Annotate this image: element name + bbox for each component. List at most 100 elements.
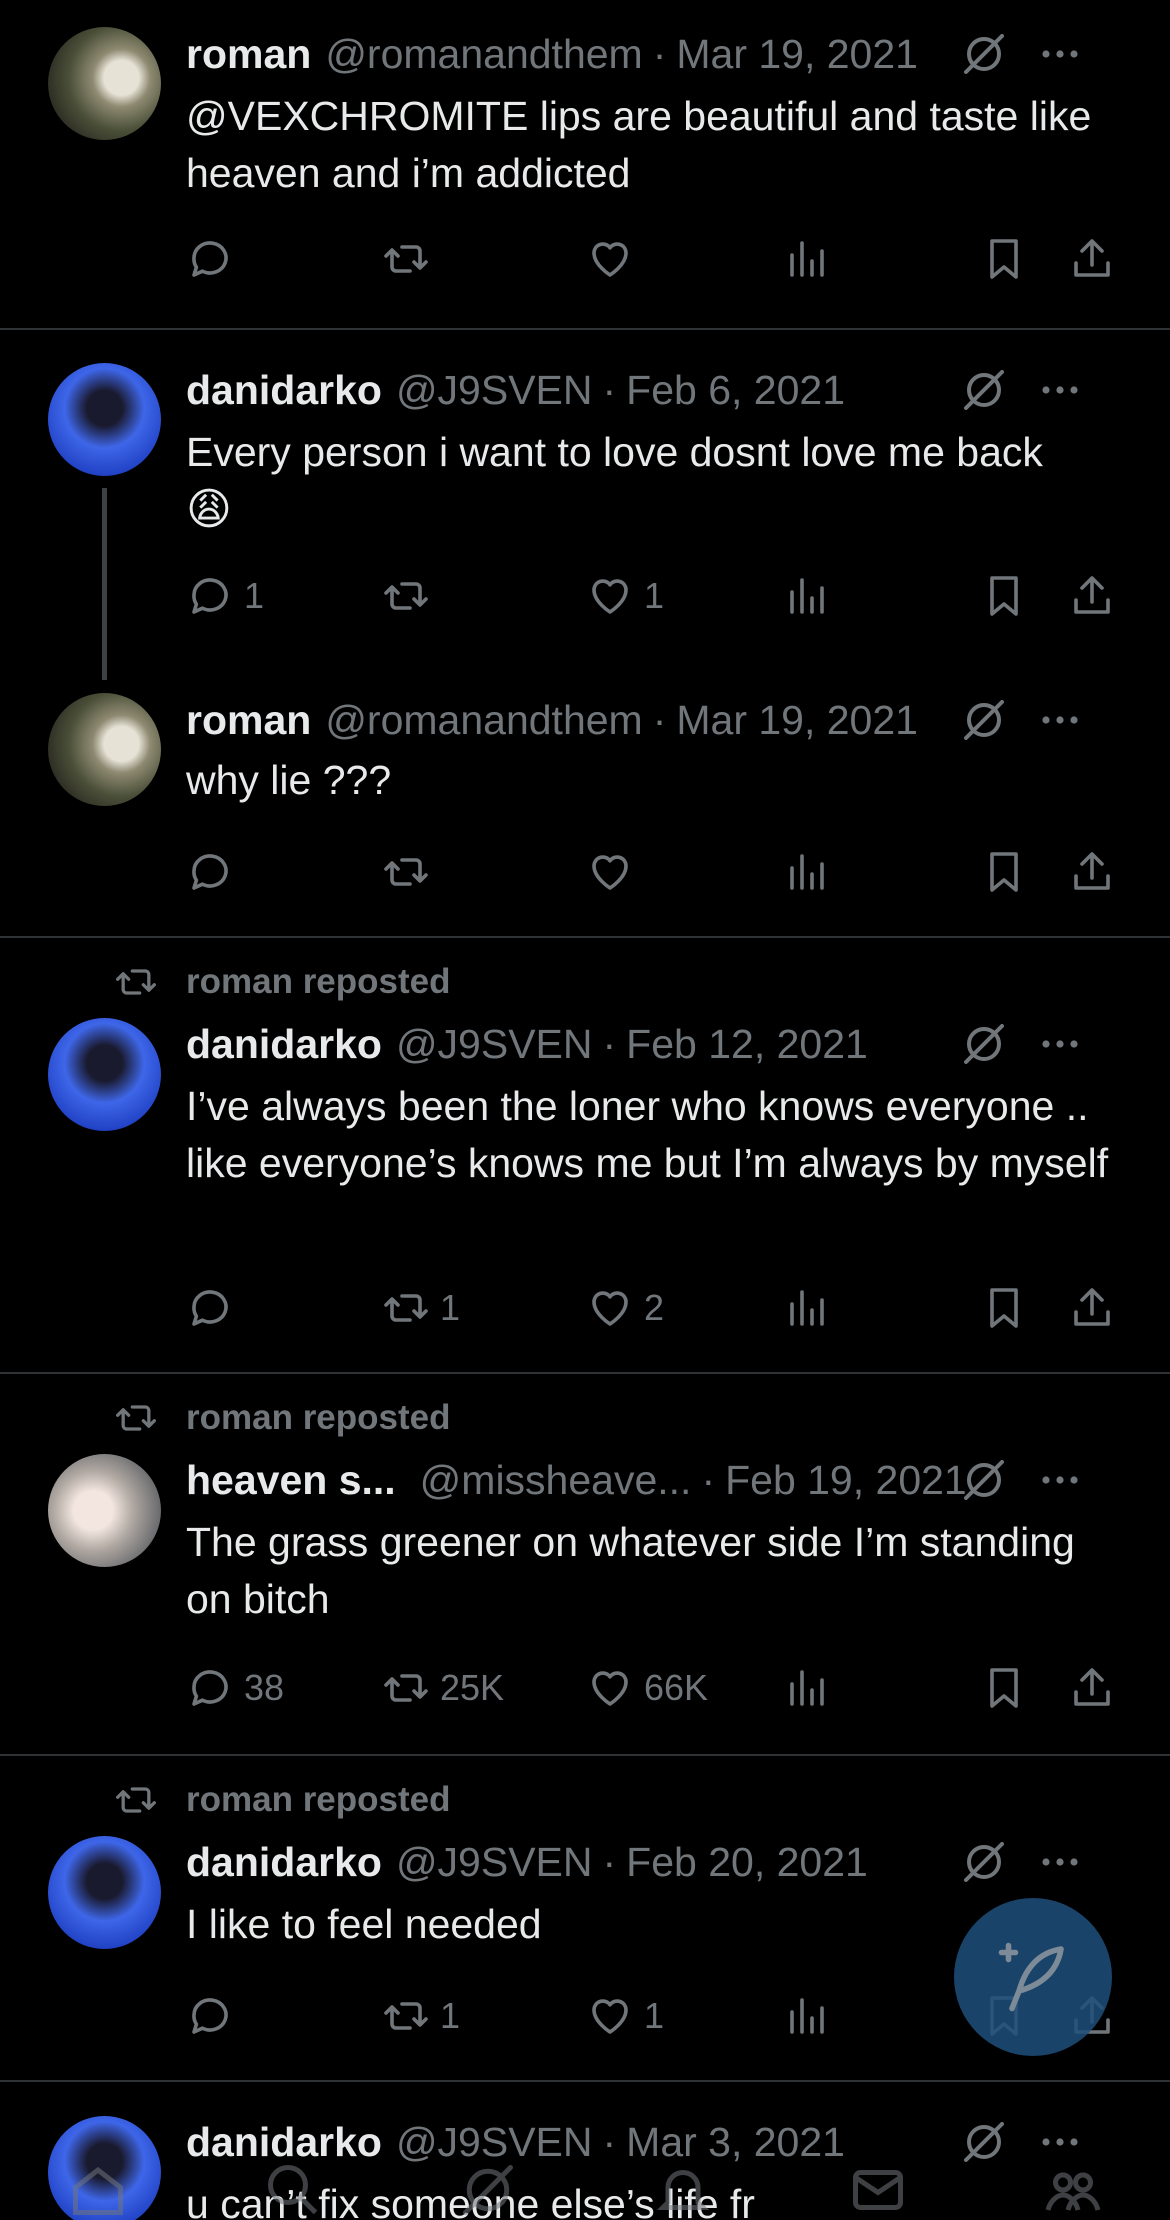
author-handle[interactable]: @J9SVEN <box>396 367 593 414</box>
views-icon <box>782 572 830 620</box>
notifications-icon[interactable] <box>648 2160 718 2220</box>
tweet-date[interactable]: Feb 20, 2021 <box>626 1839 868 1886</box>
author-name[interactable]: heaven s... <box>186 1457 396 1504</box>
repost-button[interactable] <box>382 848 440 896</box>
grok-icon[interactable] <box>960 696 1008 744</box>
share-button[interactable] <box>1068 572 1116 620</box>
repost-label[interactable]: roman reposted <box>186 1398 451 1438</box>
avatar[interactable] <box>48 1018 161 1131</box>
more-icon[interactable] <box>1036 1838 1084 1886</box>
author-name[interactable]: danidarko <box>186 1021 382 1068</box>
like-button[interactable] <box>586 235 644 283</box>
like-button[interactable]: 2 <box>586 1284 664 1332</box>
tweet[interactable]: roman @romanandthem · Mar 19, 2021 @VEXC… <box>0 0 1170 328</box>
views-button[interactable] <box>782 1992 830 2040</box>
views-icon <box>782 848 830 896</box>
repost-button[interactable]: 1 <box>382 1992 460 2040</box>
repost-icon <box>382 848 430 896</box>
author-handle[interactable]: @romanandthem <box>325 31 642 78</box>
bookmark-icon <box>980 1664 1028 1712</box>
reply-button[interactable] <box>186 235 244 283</box>
tweet-date[interactable]: Feb 12, 2021 <box>626 1021 868 1068</box>
tweet-date[interactable]: Mar 19, 2021 <box>676 31 918 78</box>
share-button[interactable] <box>1068 235 1116 283</box>
bookmark-button[interactable] <box>980 235 1028 283</box>
reply-icon <box>186 1664 234 1712</box>
share-icon <box>1068 235 1116 283</box>
views-button[interactable] <box>782 572 830 620</box>
separator: · <box>652 30 667 77</box>
reply-button[interactable]: 1 <box>186 572 264 620</box>
author-handle[interactable]: @missheave... <box>420 1457 692 1504</box>
more-icon[interactable] <box>1036 696 1084 744</box>
separator: · <box>652 696 667 743</box>
more-icon[interactable] <box>1036 1456 1084 1504</box>
share-button[interactable] <box>1068 1284 1116 1332</box>
tweet-date[interactable]: Feb 6, 2021 <box>626 367 845 414</box>
avatar[interactable] <box>48 693 161 806</box>
share-button[interactable] <box>1068 1664 1116 1712</box>
heart-icon <box>586 235 634 283</box>
views-button[interactable] <box>782 848 830 896</box>
bookmark-button[interactable] <box>980 1664 1028 1712</box>
repost-label[interactable]: roman reposted <box>186 1780 451 1820</box>
bookmark-button[interactable] <box>980 848 1028 896</box>
like-button[interactable]: 1 <box>586 1992 664 2040</box>
heart-icon <box>586 1664 634 1712</box>
share-button[interactable] <box>1068 848 1116 896</box>
repost-button[interactable] <box>382 572 440 620</box>
bookmark-button[interactable] <box>980 572 1028 620</box>
views-button[interactable] <box>782 1284 830 1332</box>
grok-icon[interactable] <box>960 30 1008 78</box>
tweet[interactable]: roman reposted heaven s... @missheave...… <box>0 1374 1170 1754</box>
reply-button[interactable] <box>186 1284 244 1332</box>
compose-button[interactable] <box>954 1898 1112 2056</box>
avatar[interactable] <box>48 27 161 140</box>
reply-button[interactable]: 38 <box>186 1664 284 1712</box>
messages-icon[interactable] <box>843 2160 913 2220</box>
views-button[interactable] <box>782 1664 830 1712</box>
communities-icon[interactable] <box>1038 2160 1108 2220</box>
search-icon[interactable] <box>258 2160 328 2220</box>
separator: · <box>602 1020 617 1067</box>
reply-icon <box>186 1284 234 1332</box>
more-icon[interactable] <box>1036 30 1084 78</box>
repost-button[interactable]: 25K <box>382 1664 504 1712</box>
avatar[interactable] <box>48 1836 161 1949</box>
grok-nav-icon[interactable] <box>453 2160 523 2220</box>
share-icon <box>1068 1664 1116 1712</box>
views-button[interactable] <box>782 235 830 283</box>
more-icon[interactable] <box>1036 366 1084 414</box>
repost-label[interactable]: roman reposted <box>186 962 451 1002</box>
tweet[interactable]: roman reposted danidarko @J9SVEN · Feb 1… <box>0 938 1170 1372</box>
grok-icon[interactable] <box>960 1838 1008 1886</box>
like-button[interactable] <box>586 848 644 896</box>
bookmark-button[interactable] <box>980 1284 1028 1332</box>
author-handle[interactable]: @J9SVEN <box>396 1839 593 1886</box>
author-name[interactable]: danidarko <box>186 1839 382 1886</box>
like-button[interactable]: 66K <box>586 1664 708 1712</box>
reply-icon <box>186 572 234 620</box>
author-name[interactable]: roman <box>186 697 311 744</box>
tweet[interactable]: danidarko @J9SVEN · Feb 6, 2021 Every pe… <box>0 330 1170 680</box>
reply-button[interactable] <box>186 848 244 896</box>
author-handle[interactable]: @romanandthem <box>325 697 642 744</box>
avatar[interactable] <box>48 363 161 476</box>
tweet[interactable]: roman @romanandthem · Mar 19, 2021 why l… <box>0 680 1170 936</box>
grok-icon[interactable] <box>960 1020 1008 1068</box>
author-name[interactable]: danidarko <box>186 367 382 414</box>
tweet-date[interactable]: Mar 19, 2021 <box>676 697 918 744</box>
tweet-date[interactable]: Feb 19, 2021 <box>725 1457 967 1504</box>
avatar[interactable] <box>48 1454 161 1567</box>
author-name[interactable]: roman <box>186 31 311 78</box>
author-handle[interactable]: @J9SVEN <box>396 1021 593 1068</box>
repost-button[interactable] <box>382 235 440 283</box>
grok-icon[interactable] <box>960 366 1008 414</box>
more-icon[interactable] <box>1036 1020 1084 1068</box>
repost-button[interactable]: 1 <box>382 1284 460 1332</box>
like-button[interactable]: 1 <box>586 572 664 620</box>
home-icon[interactable] <box>63 2160 133 2220</box>
repost-icon <box>114 1396 158 1440</box>
grok-icon[interactable] <box>960 1456 1008 1504</box>
reply-button[interactable] <box>186 1992 244 2040</box>
